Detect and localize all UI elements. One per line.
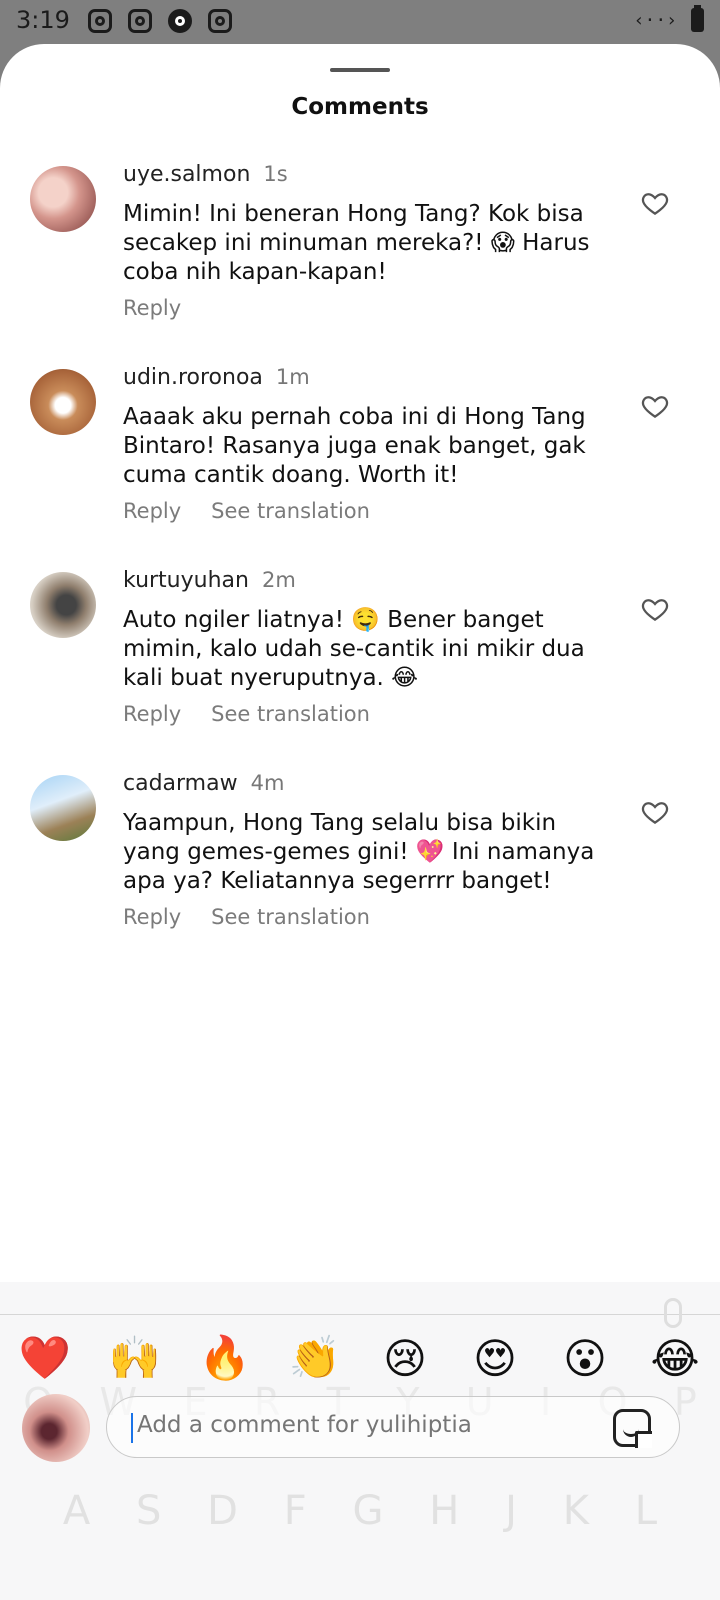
key: L (634, 1488, 657, 1534)
key: K (562, 1488, 589, 1534)
comment-text: Yaampun, Hong Tang selalu bisa bikin yan… (123, 810, 595, 894)
status-bar: 3:19 ‹··› (0, 0, 720, 44)
comment-time: 1s (263, 162, 288, 186)
sticker-icon[interactable] (613, 1409, 652, 1448)
quick-emoji-bar: ❤️ 🙌 🔥 👏 😢 😍 😮 😂 (0, 1328, 720, 1388)
comment-text: Aaaak aku pernah coba ini di Hong Tang B… (123, 404, 586, 488)
key: D (207, 1488, 238, 1534)
key: H (429, 1488, 460, 1534)
instagram-icon (128, 9, 152, 33)
reply-button[interactable]: Reply (123, 905, 181, 929)
comment-input-box[interactable] (106, 1396, 680, 1458)
see-translation-button[interactable]: See translation (211, 499, 370, 523)
reply-button[interactable]: Reply (123, 702, 181, 726)
comment-time: 4m (250, 771, 285, 795)
comment-username[interactable]: kurtuyuhan (123, 568, 249, 593)
like-heart-icon[interactable] (640, 797, 670, 827)
emoji-fire[interactable]: 🔥 (195, 1333, 255, 1383)
avatar[interactable] (30, 572, 96, 638)
like-heart-icon[interactable] (640, 188, 670, 218)
emoji-heart-eyes[interactable]: 😍 (465, 1334, 525, 1383)
reply-button[interactable]: Reply (123, 499, 181, 523)
comment-time: 2m (261, 568, 296, 592)
battery-icon (691, 5, 704, 32)
comment-username[interactable]: udin.roronoa (123, 365, 263, 390)
avatar[interactable] (30, 166, 96, 232)
sheet-drag-handle[interactable] (330, 68, 390, 72)
divider (0, 1314, 720, 1315)
comment-actions: Reply See translation (123, 499, 370, 523)
microphone-icon (664, 1298, 682, 1328)
text-caret (131, 1413, 133, 1443)
key: G (352, 1488, 384, 1534)
comment-username[interactable]: uye.salmon (123, 162, 250, 187)
keyboard-row-middle: A S D F G H J K L (0, 1488, 720, 1534)
comment-item: udin.roronoa 1m Aaaak aku pernah coba in… (0, 365, 720, 569)
notification-icons (88, 9, 232, 33)
comment-username-row[interactable]: udin.roronoa 1m (123, 365, 310, 390)
comment-actions: Reply See translation (123, 905, 370, 929)
comment-text: Mimin! Ini beneran Hong Tang? Kok bisa s… (123, 201, 590, 285)
comment-username[interactable]: cadarmaw (123, 771, 238, 796)
key: S (136, 1488, 162, 1534)
emoji-crying[interactable]: 😢 (375, 1334, 435, 1383)
comment-input[interactable] (135, 1411, 579, 1439)
emoji-surprised[interactable]: 😮 (555, 1334, 615, 1383)
reply-button[interactable]: Reply (123, 296, 181, 320)
key: F (283, 1488, 307, 1534)
avatar[interactable] (30, 775, 96, 841)
avatar[interactable] (30, 369, 96, 435)
data-transfer-icon: ‹··› (633, 9, 677, 31)
system-icons: ‹··› (633, 5, 704, 32)
comment-actions: Reply (123, 296, 211, 320)
sheet-title: Comments (291, 94, 429, 120)
instagram-icon (88, 9, 112, 33)
like-heart-icon[interactable] (640, 594, 670, 624)
emoji-clap[interactable]: 👏 (285, 1333, 345, 1383)
instagram-icon (208, 9, 232, 33)
key: J (505, 1488, 517, 1534)
see-translation-button[interactable]: See translation (211, 905, 370, 929)
comment-username-row[interactable]: uye.salmon 1s (123, 162, 288, 187)
comment-item: uye.salmon 1s Mimin! Ini beneran Hong Ta… (0, 162, 720, 366)
comment-username-row[interactable]: kurtuyuhan 2m (123, 568, 296, 593)
status-time: 3:19 (16, 6, 70, 34)
comment-text: Auto ngiler liatnya! 🤤 Bener banget mimi… (123, 607, 585, 691)
comment-username-row[interactable]: cadarmaw 4m (123, 771, 284, 796)
comment-item: cadarmaw 4m Yaampun, Hong Tang selalu bi… (0, 771, 720, 975)
comment-time: 1m (275, 365, 310, 389)
emoji-tears-of-joy[interactable]: 😂 (645, 1334, 705, 1383)
see-translation-button[interactable]: See translation (211, 702, 370, 726)
like-heart-icon[interactable] (640, 391, 670, 421)
key: A (62, 1488, 91, 1534)
comment-actions: Reply See translation (123, 702, 370, 726)
app-notification-icon (168, 9, 192, 33)
emoji-raised-hands[interactable]: 🙌 (105, 1333, 165, 1383)
emoji-heart[interactable]: ❤️ (15, 1333, 75, 1383)
comment-composer (0, 1394, 720, 1464)
own-avatar (22, 1394, 90, 1462)
comment-item: kurtuyuhan 2m Auto ngiler liatnya! 🤤 Ben… (0, 568, 720, 772)
